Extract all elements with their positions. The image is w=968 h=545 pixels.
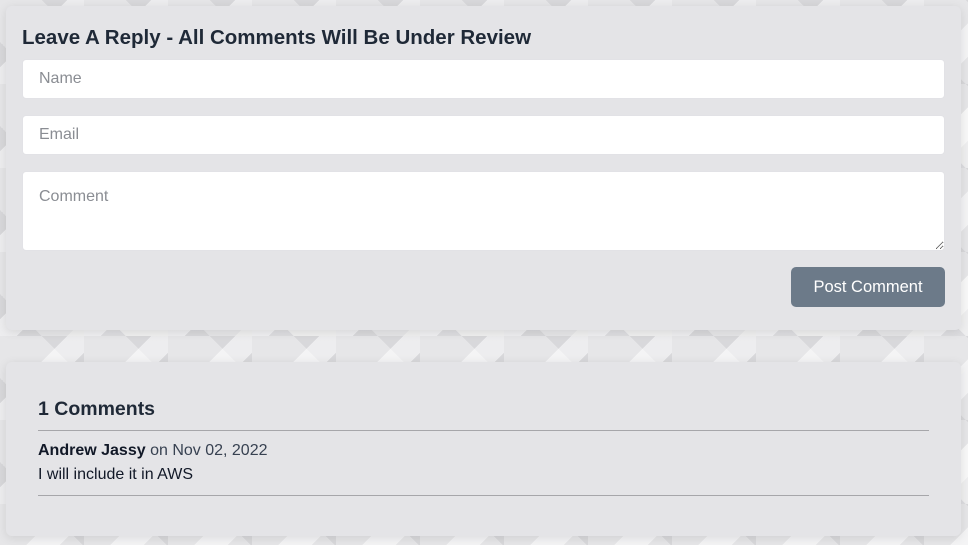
comment-author: Andrew Jassy: [38, 442, 146, 459]
comment-meta: Andrew Jassy on Nov 02, 2022: [38, 441, 268, 461]
comment-text: I will include it in AWS: [38, 466, 194, 483]
post-comment-button[interactable]: Post Comment: [791, 267, 945, 307]
comment-on-word: on: [150, 442, 168, 459]
name-input[interactable]: [22, 59, 945, 99]
comments-card: 1 Comments Andrew Jassy on Nov 02, 2022 …: [6, 362, 961, 536]
comments-divider-top: [38, 430, 929, 431]
reply-form-card: Leave A Reply - All Comments Will Be Und…: [6, 6, 961, 330]
comment-textarea[interactable]: [22, 171, 945, 251]
email-input[interactable]: [22, 115, 945, 155]
comments-heading: 1 Comments: [38, 398, 156, 420]
comment-date: Nov 02, 2022: [172, 442, 268, 459]
reply-form-title: Leave A Reply - All Comments Will Be Und…: [22, 26, 532, 49]
comments-divider-bottom: [38, 495, 929, 496]
